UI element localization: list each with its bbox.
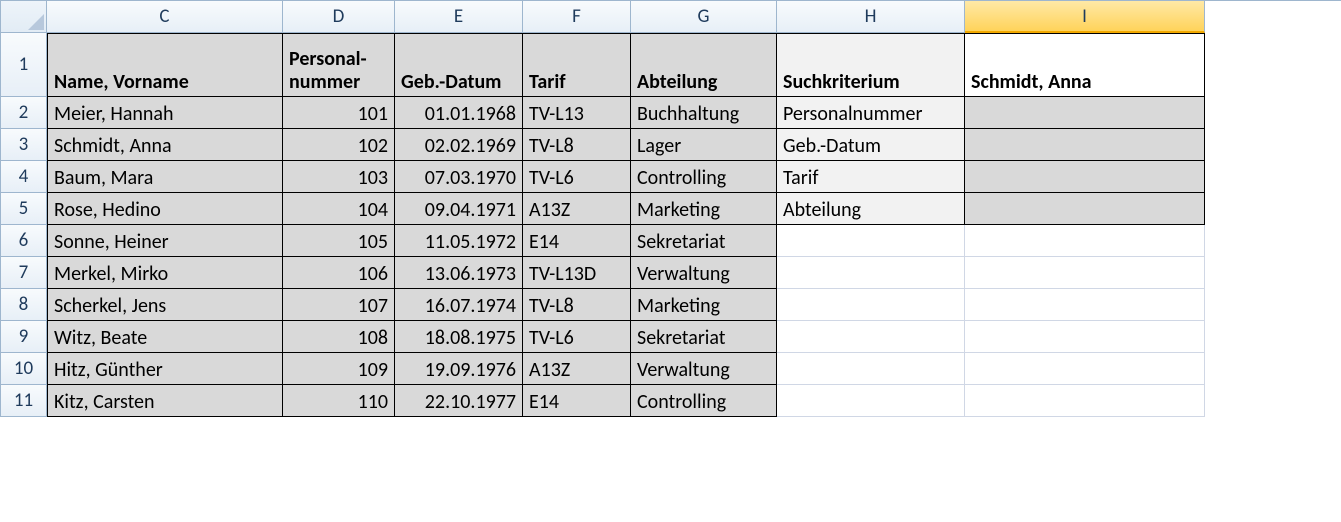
cell-C11[interactable]: Kitz, Carsten <box>47 385 283 417</box>
cell-F11[interactable]: E14 <box>523 385 631 417</box>
cell-F10[interactable]: A13Z <box>523 353 631 385</box>
cell-F9[interactable]: TV-L6 <box>523 321 631 353</box>
cell-G9[interactable]: Sekretariat <box>631 321 777 353</box>
row-header-5[interactable]: 5 <box>1 193 47 225</box>
row-header-6[interactable]: 6 <box>1 225 47 257</box>
cell-F8[interactable]: TV-L8 <box>523 289 631 321</box>
cell-H10[interactable] <box>777 353 965 385</box>
cell-I4[interactable] <box>965 161 1205 193</box>
cell-I3[interactable] <box>965 129 1205 161</box>
cell-C5[interactable]: Rose, Hedino <box>47 193 283 225</box>
cell-C3[interactable]: Schmidt, Anna <box>47 129 283 161</box>
cell-G6[interactable]: Sekretariat <box>631 225 777 257</box>
cell-G11[interactable]: Controlling <box>631 385 777 417</box>
cell-I1[interactable]: Schmidt, Anna <box>965 33 1205 97</box>
cell-D11[interactable]: 110 <box>283 385 395 417</box>
row-header-8[interactable]: 8 <box>1 289 47 321</box>
cell-I11[interactable] <box>965 385 1205 417</box>
spreadsheet-grid[interactable]: C D E F G H I 1 Name, Vorname Personal- … <box>0 0 1341 417</box>
cell-G4[interactable]: Controlling <box>631 161 777 193</box>
cell-H1[interactable]: Suchkriterium <box>777 33 965 97</box>
cell-D6[interactable]: 105 <box>283 225 395 257</box>
col-header-C[interactable]: C <box>47 1 283 33</box>
cell-I5[interactable] <box>965 193 1205 225</box>
cell-H5[interactable]: Abteilung <box>777 193 965 225</box>
cell-C6[interactable]: Sonne, Heiner <box>47 225 283 257</box>
cell-I10[interactable] <box>965 353 1205 385</box>
cell-E3[interactable]: 02.02.1969 <box>395 129 523 161</box>
select-all-icon <box>28 14 44 30</box>
cell-G3[interactable]: Lager <box>631 129 777 161</box>
cell-F2[interactable]: TV-L13 <box>523 97 631 129</box>
cell-C1[interactable]: Name, Vorname <box>47 33 283 97</box>
col-header-H[interactable]: H <box>777 1 965 33</box>
cell-D1[interactable]: Personal- nummer <box>283 33 395 97</box>
cell-C2[interactable]: Meier, Hannah <box>47 97 283 129</box>
cell-E1[interactable]: Geb.-Datum <box>395 33 523 97</box>
col-header-G[interactable]: G <box>631 1 777 33</box>
row-header-9[interactable]: 9 <box>1 321 47 353</box>
cell-D10[interactable]: 109 <box>283 353 395 385</box>
cell-H11[interactable] <box>777 385 965 417</box>
cell-G10[interactable]: Verwaltung <box>631 353 777 385</box>
cell-I8[interactable] <box>965 289 1205 321</box>
cell-D8[interactable]: 107 <box>283 289 395 321</box>
cell-H6[interactable] <box>777 225 965 257</box>
row-header-10[interactable]: 10 <box>1 353 47 385</box>
cell-G1[interactable]: Abteilung <box>631 33 777 97</box>
cell-C9[interactable]: Witz, Beate <box>47 321 283 353</box>
cell-G8[interactable]: Marketing <box>631 289 777 321</box>
cell-E10[interactable]: 19.09.1976 <box>395 353 523 385</box>
cell-I2[interactable] <box>965 97 1205 129</box>
cell-C10[interactable]: Hitz, Günther <box>47 353 283 385</box>
select-all-corner[interactable] <box>1 1 47 33</box>
cell-F4[interactable]: TV-L6 <box>523 161 631 193</box>
cell-E2[interactable]: 01.01.1968 <box>395 97 523 129</box>
cell-H2[interactable]: Personalnummer <box>777 97 965 129</box>
cell-D2[interactable]: 101 <box>283 97 395 129</box>
row-header-1[interactable]: 1 <box>1 33 47 97</box>
cell-D9[interactable]: 108 <box>283 321 395 353</box>
col-header-I[interactable]: I <box>965 1 1205 33</box>
cell-F7[interactable]: TV-L13D <box>523 257 631 289</box>
cell-F5[interactable]: A13Z <box>523 193 631 225</box>
cell-C7[interactable]: Merkel, Mirko <box>47 257 283 289</box>
cell-D3[interactable]: 102 <box>283 129 395 161</box>
cell-I7[interactable] <box>965 257 1205 289</box>
col-header-E[interactable]: E <box>395 1 523 33</box>
cell-D7[interactable]: 106 <box>283 257 395 289</box>
cell-E7[interactable]: 13.06.1973 <box>395 257 523 289</box>
cell-D5[interactable]: 104 <box>283 193 395 225</box>
cell-F1[interactable]: Tarif <box>523 33 631 97</box>
cell-E9[interactable]: 18.08.1975 <box>395 321 523 353</box>
cell-E8[interactable]: 16.07.1974 <box>395 289 523 321</box>
row-header-7[interactable]: 7 <box>1 257 47 289</box>
cell-F6[interactable]: E14 <box>523 225 631 257</box>
cell-I9[interactable] <box>965 321 1205 353</box>
cell-H9[interactable] <box>777 321 965 353</box>
cell-I6[interactable] <box>965 225 1205 257</box>
cell-F3[interactable]: TV-L8 <box>523 129 631 161</box>
row-header-2[interactable]: 2 <box>1 97 47 129</box>
cell-G2[interactable]: Buchhaltung <box>631 97 777 129</box>
row-header-11[interactable]: 11 <box>1 385 47 417</box>
cell-H7[interactable] <box>777 257 965 289</box>
cell-G7[interactable]: Verwaltung <box>631 257 777 289</box>
cell-D4[interactable]: 103 <box>283 161 395 193</box>
cell-H3[interactable]: Geb.-Datum <box>777 129 965 161</box>
cell-H8[interactable] <box>777 289 965 321</box>
row-header-3[interactable]: 3 <box>1 129 47 161</box>
cell-E4[interactable]: 07.03.1970 <box>395 161 523 193</box>
cell-C4[interactable]: Baum, Mara <box>47 161 283 193</box>
cell-E6[interactable]: 11.05.1972 <box>395 225 523 257</box>
cell-E5[interactable]: 09.04.1971 <box>395 193 523 225</box>
cell-E11[interactable]: 22.10.1977 <box>395 385 523 417</box>
col-header-D[interactable]: D <box>283 1 395 33</box>
cell-H4[interactable]: Tarif <box>777 161 965 193</box>
col-header-F[interactable]: F <box>523 1 631 33</box>
row-header-4[interactable]: 4 <box>1 161 47 193</box>
cell-G5[interactable]: Marketing <box>631 193 777 225</box>
cell-C8[interactable]: Scherkel, Jens <box>47 289 283 321</box>
